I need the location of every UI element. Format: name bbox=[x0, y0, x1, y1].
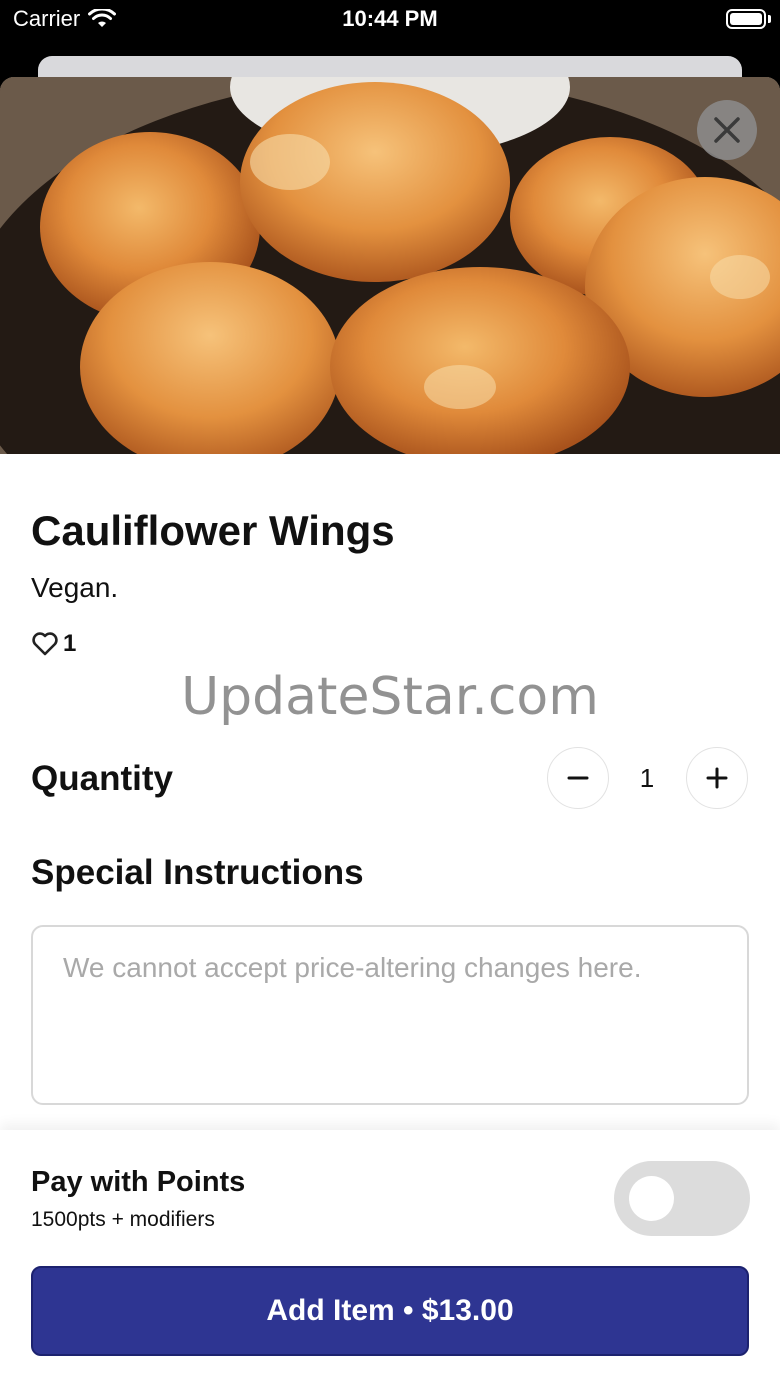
watermark: UpdateStar.com bbox=[181, 667, 599, 727]
item-detail-sheet: Cauliflower Wings Vegan. 1 UpdateStar.co… bbox=[0, 77, 780, 1387]
close-icon bbox=[714, 117, 740, 143]
item-image bbox=[0, 77, 780, 454]
special-instructions-label: Special Instructions bbox=[31, 853, 364, 892]
quantity-decrement-button[interactable] bbox=[547, 747, 609, 809]
like-count: 1 bbox=[63, 630, 77, 657]
battery-tip bbox=[768, 15, 771, 23]
special-instructions-input[interactable] bbox=[63, 949, 717, 1081]
heart-icon bbox=[32, 632, 58, 656]
quantity-increment-button[interactable] bbox=[686, 747, 748, 809]
pay-with-points-toggle[interactable] bbox=[614, 1161, 750, 1236]
quantity-label: Quantity bbox=[31, 759, 173, 798]
add-item-button[interactable]: Add Item • $13.00 bbox=[31, 1266, 749, 1356]
plus-icon bbox=[706, 767, 728, 789]
minus-icon bbox=[567, 776, 589, 780]
quantity-value: 1 bbox=[639, 763, 655, 793]
toggle-knob bbox=[629, 1176, 674, 1221]
checkout-footer: Pay with Points 1500pts + modifiers Add … bbox=[0, 1130, 780, 1387]
status-time: 10:44 PM bbox=[342, 6, 438, 31]
status-bar: Carrier 10:44 PM bbox=[0, 0, 780, 40]
item-title: Cauliflower Wings bbox=[31, 507, 395, 554]
points-cost-label: 1500pts + modifiers bbox=[31, 1208, 215, 1231]
pay-with-points-label: Pay with Points bbox=[31, 1166, 246, 1198]
special-instructions-field[interactable] bbox=[31, 925, 749, 1105]
like-button[interactable]: 1 bbox=[31, 630, 76, 658]
close-button[interactable] bbox=[697, 100, 757, 160]
fried-cauliflower-photo bbox=[0, 77, 780, 454]
item-description: Vegan. bbox=[31, 572, 119, 603]
battery-icon bbox=[726, 9, 766, 29]
